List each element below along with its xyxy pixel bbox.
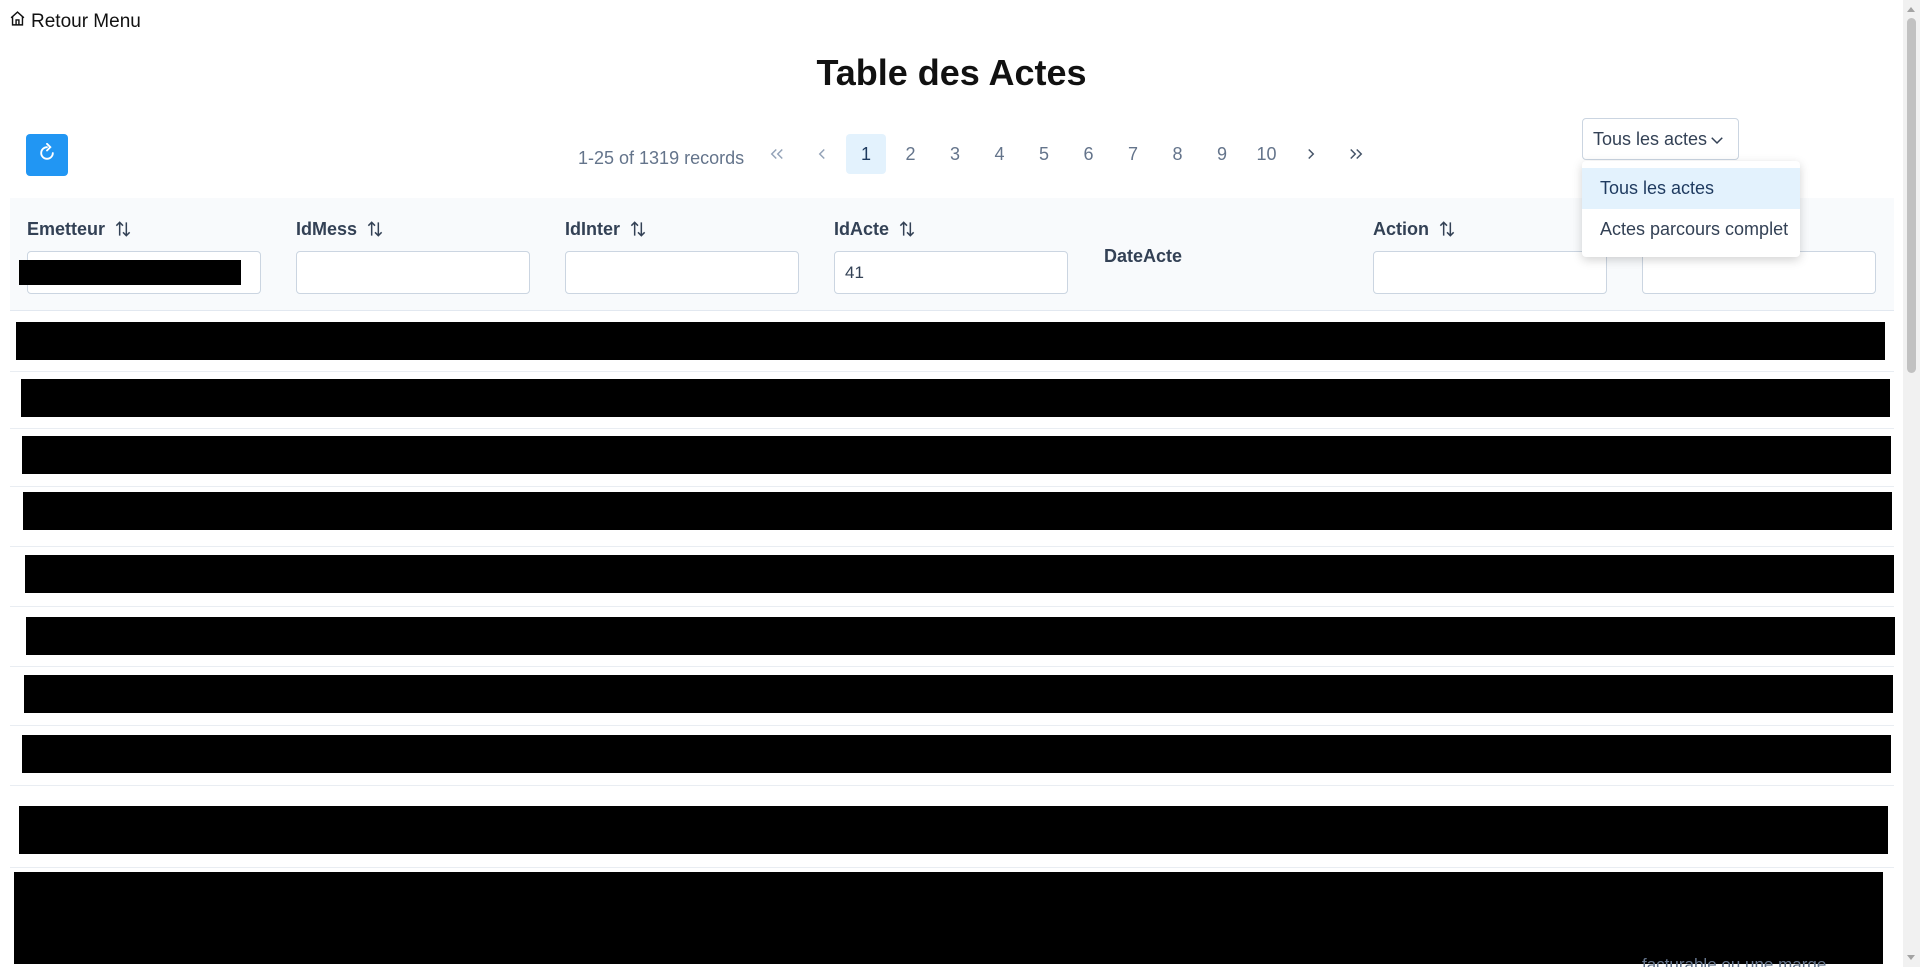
next-page-button[interactable] (1291, 134, 1331, 174)
redacted-content (22, 735, 1891, 773)
page-button-7[interactable]: 7 (1113, 134, 1153, 174)
page-button-3[interactable]: 3 (935, 134, 975, 174)
chevron-right-icon (1308, 148, 1315, 160)
acts-filter-selected: Tous les actes (1593, 128, 1708, 149)
redacted-content (14, 872, 1883, 964)
redacted-content (19, 806, 1888, 854)
records-count: 1-25 of 1319 records (578, 148, 745, 168)
filter-input-idacte[interactable] (834, 251, 1068, 294)
filter-input-idmess[interactable] (296, 251, 530, 294)
sort-icon (367, 221, 383, 237)
double-chevron-right-icon (1349, 148, 1362, 160)
table-row[interactable] (10, 786, 1894, 868)
column-label: Action (1373, 218, 1429, 239)
column-idacte: IdActe (834, 218, 1068, 294)
page-button-9[interactable]: 9 (1202, 134, 1242, 174)
redacted-content (22, 436, 1891, 474)
scroll-up-arrow-icon[interactable] (1907, 7, 1915, 12)
redacted-content (25, 555, 1894, 593)
double-chevron-left-icon (770, 148, 783, 160)
chevron-down-icon (1711, 137, 1723, 145)
option-tous-les-actes[interactable]: Tous les actes (1582, 168, 1800, 209)
table-row[interactable] (10, 607, 1895, 667)
redacted-filter-value (19, 260, 241, 285)
column-header-idmess[interactable]: IdMess (296, 218, 530, 240)
home-icon (9, 10, 26, 33)
prev-page-button[interactable] (802, 134, 842, 174)
page-button-6[interactable]: 6 (1069, 134, 1109, 174)
back-to-menu-link[interactable]: Retour Menu (9, 10, 141, 33)
page-button-2[interactable]: 2 (891, 134, 931, 174)
partial-cell-text: facturable ou une marge (1642, 955, 1827, 967)
pagination: 1 2 3 4 5 6 7 8 9 10 (757, 134, 1380, 174)
column-label: Emetteur (27, 218, 106, 239)
column-action: Action (1373, 218, 1607, 294)
sort-icon (115, 221, 131, 237)
vertical-scrollbar[interactable] (1903, 0, 1920, 967)
filter-input-idinter[interactable] (565, 251, 799, 294)
page-button-10[interactable]: 10 (1247, 134, 1287, 174)
table-row[interactable] (10, 487, 1894, 547)
column-header-emetteur[interactable]: Emetteur (27, 218, 261, 240)
acts-filter-select[interactable]: Tous les actes (1582, 118, 1739, 160)
table-row[interactable] (10, 372, 1894, 429)
sort-icon (1439, 221, 1455, 237)
table-row[interactable] (10, 429, 1894, 487)
page-button-1[interactable]: 1 (846, 134, 886, 174)
table-row[interactable] (10, 726, 1894, 786)
sort-icon (630, 221, 646, 237)
table-row[interactable] (10, 667, 1894, 726)
table-row[interactable] (10, 547, 1894, 607)
page-title: Table des Actes (816, 52, 1087, 93)
column-header-action[interactable]: Action (1373, 218, 1607, 240)
table-row[interactable] (10, 868, 1894, 967)
column-header-dateacte: DateActe (1104, 246, 1183, 266)
redacted-content (21, 379, 1890, 417)
column-label: IdInter (565, 218, 621, 239)
chevron-left-icon (818, 148, 825, 160)
page-button-5[interactable]: 5 (1024, 134, 1064, 174)
column-label: IdMess (296, 218, 358, 239)
page-button-4[interactable]: 4 (980, 134, 1020, 174)
column-idmess: IdMess (296, 218, 530, 294)
page-button-8[interactable]: 8 (1158, 134, 1198, 174)
last-page-button[interactable] (1336, 134, 1376, 174)
acts-filter-dropdown: Tous les actes Actes parcours complet (1582, 161, 1800, 257)
refresh-button[interactable] (26, 134, 68, 176)
table-row[interactable] (10, 314, 1894, 372)
option-actes-parcours-complet[interactable]: Actes parcours complet (1582, 209, 1800, 250)
refresh-icon (37, 142, 57, 168)
scrollbar-thumb[interactable] (1907, 18, 1916, 373)
filter-input-action[interactable] (1373, 251, 1607, 294)
column-idinter: IdInter (565, 218, 799, 294)
redacted-content (24, 675, 1893, 713)
column-label: IdActe (834, 218, 890, 239)
column-header-idacte[interactable]: IdActe (834, 218, 1068, 240)
redacted-content (26, 617, 1895, 655)
column-header-idinter[interactable]: IdInter (565, 218, 799, 240)
back-to-menu-label: Retour Menu (31, 10, 141, 32)
first-page-button[interactable] (757, 134, 797, 174)
filter-input-extra[interactable] (1642, 251, 1876, 294)
redacted-content (16, 322, 1885, 360)
scroll-down-arrow-icon[interactable] (1907, 955, 1915, 960)
sort-icon (899, 221, 915, 237)
redacted-content (23, 492, 1892, 530)
